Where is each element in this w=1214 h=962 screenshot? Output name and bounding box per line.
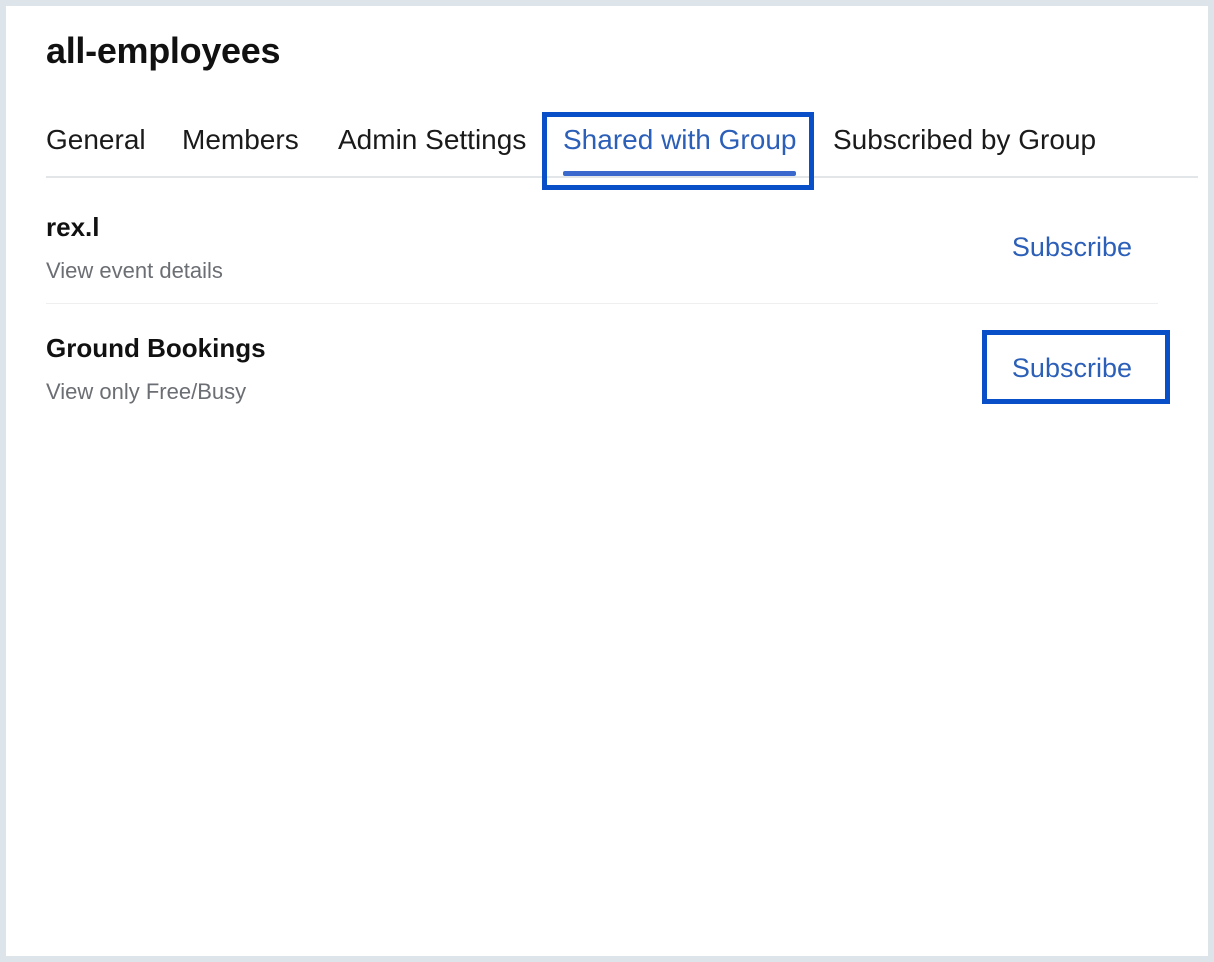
calendar-name: Ground Bookings xyxy=(46,333,266,363)
calendar-permission: View only Free/Busy xyxy=(46,379,247,404)
calendar-name: rex.l xyxy=(46,212,100,242)
page-title: all-employees xyxy=(46,30,281,71)
tab-shared-with-group[interactable]: Shared with Group xyxy=(563,112,797,176)
row-divider xyxy=(46,303,1158,304)
subscribe-button[interactable]: Subscribe xyxy=(1012,232,1132,263)
tab-shared-with-group-label: Shared with Group xyxy=(563,124,797,155)
tab-bar: General Members Admin Settings Shared wi… xyxy=(46,112,1198,178)
list-item: Ground Bookings View only Free/Busy Subs… xyxy=(46,333,1158,413)
tab-admin-settings[interactable]: Admin Settings xyxy=(338,112,526,176)
group-settings-panel: all-employees General Members Admin Sett… xyxy=(6,6,1208,956)
tab-general-label: General xyxy=(46,124,146,155)
tab-admin-settings-label: Admin Settings xyxy=(338,124,527,155)
tab-subscribed-by-group-label: Subscribed by Group xyxy=(833,124,1097,155)
active-tab-indicator xyxy=(563,171,797,176)
subscribe-button[interactable]: Subscribe xyxy=(1012,353,1132,384)
tab-members[interactable]: Members xyxy=(182,112,299,176)
tab-general[interactable]: General xyxy=(46,112,146,176)
calendar-permission: View event details xyxy=(46,258,223,283)
list-item: rex.l View event details Subscribe xyxy=(46,212,1158,292)
tab-subscribed-by-group[interactable]: Subscribed by Group xyxy=(833,112,1096,176)
tab-members-label: Members xyxy=(182,124,299,155)
